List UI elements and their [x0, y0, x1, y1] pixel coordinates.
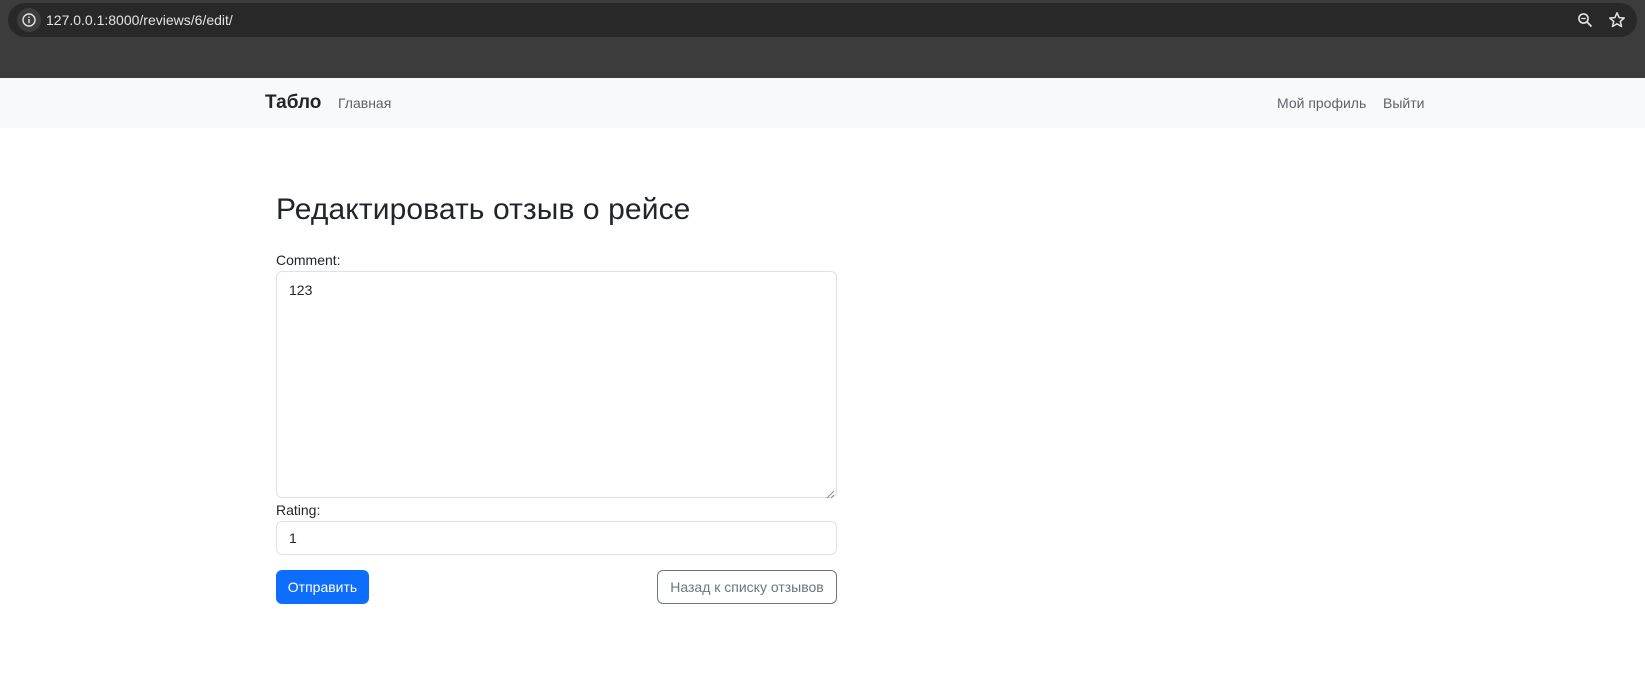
- navbar: Табло Главная Мой профиль Выйти: [0, 78, 1645, 128]
- nav-link-profile[interactable]: Мой профиль: [1277, 95, 1366, 111]
- address-bar[interactable]: 127.0.0.1:8000/reviews/6/edit/: [8, 3, 1637, 37]
- url-text[interactable]: 127.0.0.1:8000/reviews/6/edit/: [46, 12, 233, 28]
- back-to-reviews-button[interactable]: Назад к списку отзывов: [657, 570, 837, 604]
- info-icon[interactable]: [17, 8, 41, 32]
- navbar-brand[interactable]: Табло: [265, 92, 321, 114]
- rating-input[interactable]: [276, 521, 837, 555]
- browser-chrome: 127.0.0.1:8000/reviews/6/edit/: [0, 0, 1645, 78]
- zoom-icon[interactable]: [1575, 10, 1595, 30]
- rating-label: Rating:: [276, 502, 321, 518]
- star-icon[interactable]: [1607, 10, 1627, 30]
- nav-link-logout[interactable]: Выйти: [1383, 95, 1424, 111]
- nav-link-home[interactable]: Главная: [338, 95, 391, 111]
- submit-button[interactable]: Отправить: [276, 570, 369, 604]
- resize-handle-icon[interactable]: [825, 486, 835, 499]
- page-title: Редактировать отзыв о рейсе: [276, 193, 691, 226]
- comment-textarea[interactable]: 123: [276, 271, 837, 498]
- comment-label: Comment:: [276, 252, 341, 268]
